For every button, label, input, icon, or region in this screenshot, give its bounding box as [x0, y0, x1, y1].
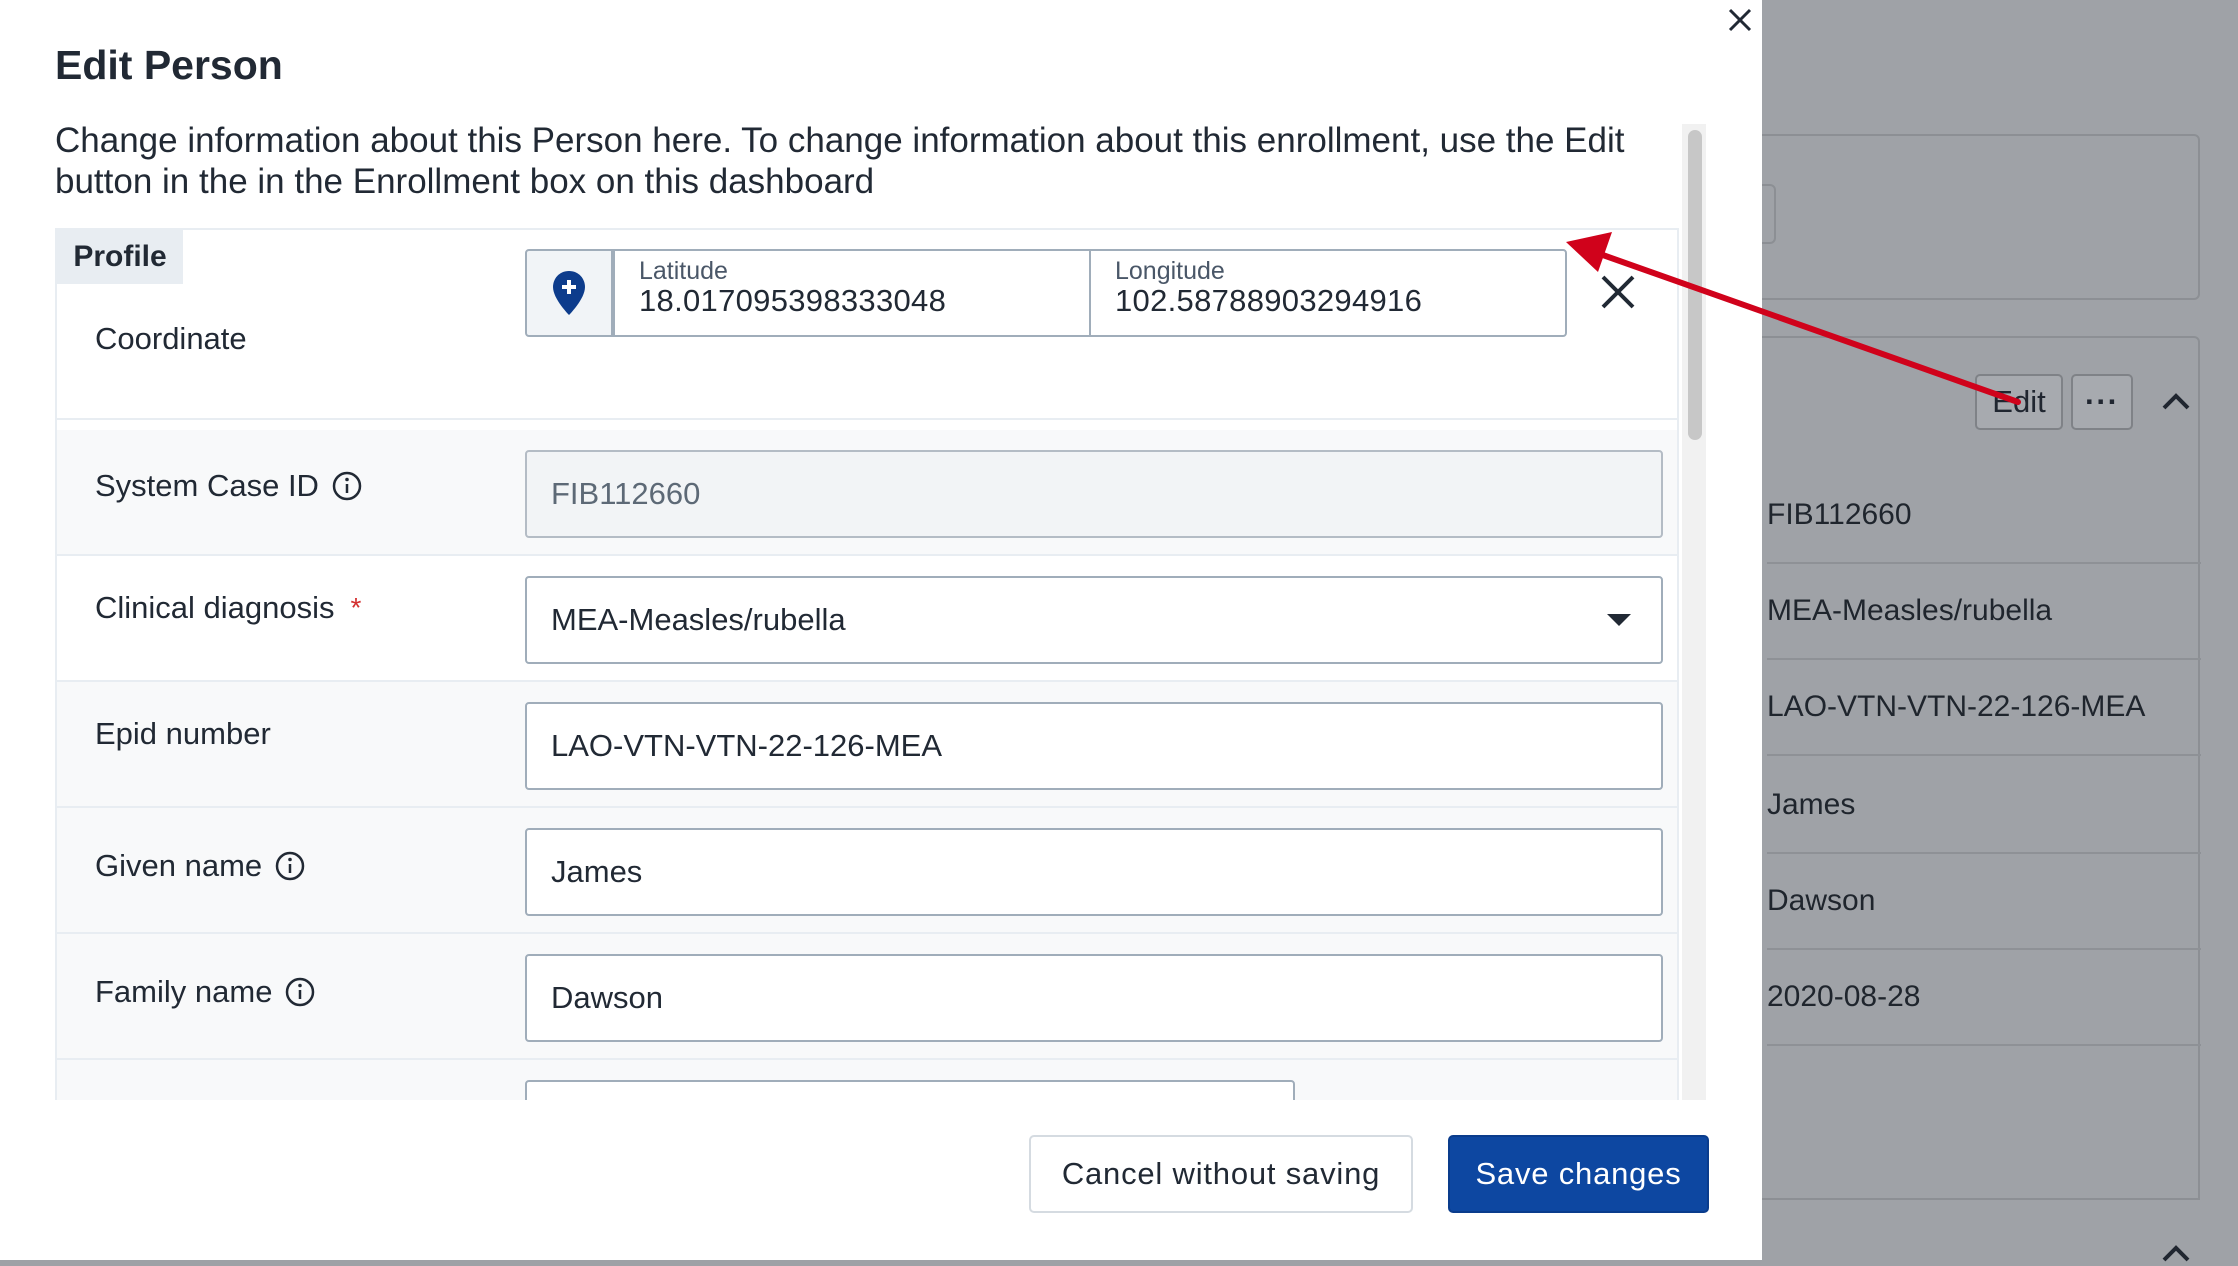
next-field-input[interactable] — [525, 1080, 1295, 1100]
edit-person-dialog: Edit Person Change information about thi… — [0, 0, 1762, 1260]
background-more-button: ··· — [2071, 374, 2133, 430]
background-value-row: Dawson — [1767, 854, 2201, 950]
clinical-diagnosis-label: Clinical diagnosis * — [95, 590, 362, 625]
clinical-diagnosis-select[interactable]: MEA-Measles/rubella — [525, 576, 1663, 664]
latitude-value: 18.017095398333048 — [639, 283, 947, 318]
system-case-id-field: FIB112660 — [525, 450, 1663, 538]
coordinate-row: Coordinate Latitude 18.017095398333048 L… — [57, 249, 1677, 420]
coordinate-label: Coordinate — [95, 321, 247, 356]
profile-form: Profile Coordinate Latitude 18.017095398… — [55, 228, 1679, 1100]
epid-number-label: Epid number — [95, 716, 271, 751]
clinical-diagnosis-row: Clinical diagnosis * MEA-Measles/rubella — [57, 556, 1677, 682]
close-icon[interactable] — [1722, 2, 1758, 38]
system-case-id-row: System Case ID FIB112660 — [57, 430, 1677, 556]
background-value-row: 2020-08-28 — [1767, 950, 2201, 1046]
background-value-row: MEA-Measles/rubella — [1767, 564, 2201, 660]
chevron-up-icon — [2162, 1245, 2190, 1262]
latitude-label: Latitude — [639, 257, 728, 285]
given-name-label: Given name — [95, 848, 306, 884]
background-value-row: LAO-VTN-VTN-22-126-MEA — [1767, 660, 2201, 756]
epid-number-row: Epid number LAO-VTN-VTN-22-126-MEA — [57, 682, 1677, 808]
epid-number-input[interactable]: LAO-VTN-VTN-22-126-MEA — [525, 702, 1663, 790]
background-input-stub — [1762, 184, 1776, 244]
family-name-input[interactable]: Dawson — [525, 954, 1663, 1042]
background-value-row: FIB112660 — [1767, 468, 2201, 564]
longitude-input[interactable]: Longitude 102.58788903294916 — [1089, 249, 1567, 337]
section-tab-profile: Profile — [57, 230, 183, 284]
next-field-row — [57, 1060, 1677, 1100]
dialog-description: Change information about this Person her… — [55, 121, 1625, 201]
map-pin-button[interactable] — [525, 249, 613, 337]
background-value-row: James — [1767, 758, 2201, 854]
info-icon[interactable] — [331, 470, 363, 502]
system-case-id-label: System Case ID — [95, 468, 363, 504]
dialog-title: Edit Person — [55, 42, 283, 88]
dropdown-arrow-icon — [1607, 614, 1631, 626]
latitude-input[interactable]: Latitude 18.017095398333048 — [613, 249, 1091, 337]
longitude-value: 102.58788903294916 — [1115, 283, 1423, 318]
longitude-label: Longitude — [1115, 257, 1225, 285]
info-icon[interactable] — [274, 850, 306, 882]
cancel-button[interactable]: Cancel without saving — [1029, 1135, 1413, 1213]
required-mark: * — [350, 592, 362, 623]
clear-coordinate-icon[interactable] — [1597, 271, 1639, 313]
chevron-up-icon — [2162, 393, 2190, 410]
scrollbar-thumb[interactable] — [1688, 130, 1702, 440]
map-pin-icon — [553, 271, 585, 315]
background-edit-button: Edit — [1975, 374, 2063, 430]
family-name-row: Family name Dawson — [57, 934, 1677, 1060]
background-panel — [1762, 134, 2200, 300]
save-button[interactable]: Save changes — [1448, 1135, 1709, 1213]
info-icon[interactable] — [284, 976, 316, 1008]
family-name-label: Family name — [95, 974, 316, 1010]
given-name-input[interactable]: James — [525, 828, 1663, 916]
given-name-row: Given name James — [57, 808, 1677, 934]
